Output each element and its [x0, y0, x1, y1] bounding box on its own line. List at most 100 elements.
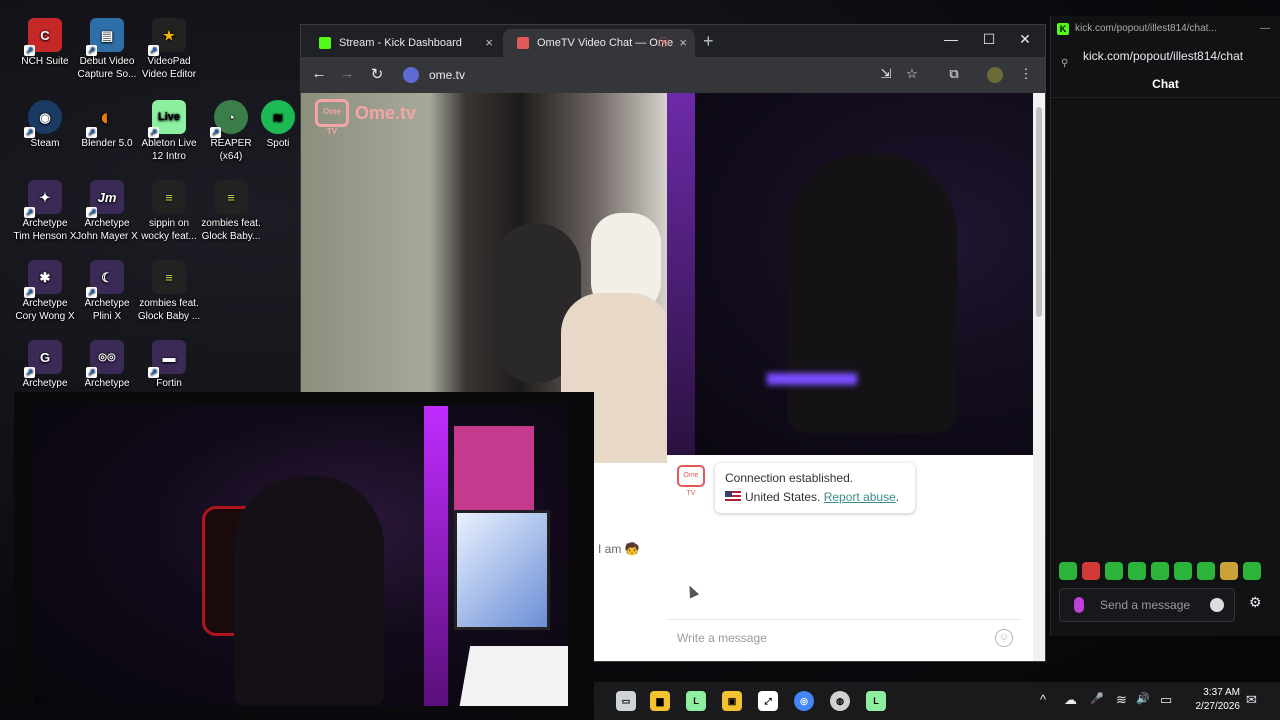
wifi-icon[interactable]: ≋: [1116, 692, 1127, 708]
emote-icon[interactable]: [1151, 562, 1169, 580]
desktop-icon-debut-video[interactable]: ▤ ↗ Debut Video Capture So...: [74, 18, 140, 81]
emote-icon[interactable]: [1059, 562, 1077, 580]
archetype-glasses-icon: ◎◎ ↗: [86, 340, 124, 378]
minimize-button[interactable]: —: [1260, 16, 1270, 42]
file-explorer-icon[interactable]: ▆: [650, 691, 670, 711]
desktop-icon-zombies-2[interactable]: ≡ zombies feat. Glock Baby ...: [136, 260, 202, 323]
emote-icon[interactable]: [1197, 562, 1215, 580]
tab-strip: Stream - Kick Dashboard × OmeTV Video Ch…: [301, 25, 1045, 57]
bookmark-star-icon[interactable]: ☆: [903, 66, 921, 82]
chat-title: Chat: [1051, 70, 1280, 98]
emote-icon[interactable]: [1220, 562, 1238, 580]
kick-chat-popout: K kick.com/popout/illest814/chat... — ⚲ …: [1050, 16, 1280, 636]
install-app-icon[interactable]: ⇲: [877, 66, 895, 82]
ometv-logo-icon: Ome TV: [315, 99, 349, 136]
system-message: Connection established. United States. R…: [715, 463, 915, 513]
taskbar-clock[interactable]: 3:37 AM 2/27/2026: [1182, 686, 1241, 714]
forward-button[interactable]: →: [337, 65, 357, 82]
recording-icon: ⦿: [658, 37, 669, 49]
tray-overflow-icon[interactable]: ^: [1040, 692, 1046, 707]
ableton-live-taskbar-icon-2[interactable]: L: [866, 691, 886, 711]
ableton-live-icon: Live ↗: [148, 100, 186, 138]
send-message-input[interactable]: Send a message: [1059, 588, 1235, 622]
emoji-icon[interactable]: ☺: [995, 629, 1013, 647]
desktop-icon-archetype-gojira[interactable]: G ↗ Archetype: [12, 340, 78, 390]
emote-icon[interactable]: [1105, 562, 1123, 580]
onedrive-icon[interactable]: ☁: [1064, 692, 1077, 708]
address-bar[interactable]: ome.tv: [399, 61, 869, 89]
emote-icon[interactable]: [1128, 562, 1146, 580]
volume-icon[interactable]: 🔊: [1136, 692, 1150, 705]
mic-icon[interactable]: [1074, 597, 1084, 613]
nch-suite-icon: C ↗: [24, 18, 62, 56]
ableton-live-taskbar-icon[interactable]: L: [686, 691, 706, 711]
archetype-tim-henson-icon: ✦ ↗: [24, 180, 62, 218]
videopad-icon: ★ ↗: [148, 18, 186, 56]
mouse-cursor-icon: [684, 583, 700, 599]
archetype-plini-icon: ☾ ↗: [86, 260, 124, 298]
audio-file-icon: ≡: [152, 260, 186, 294]
message-input[interactable]: Write a message ☺: [667, 619, 1021, 655]
site-info-icon[interactable]: [403, 67, 419, 83]
taskbar: ▭ ▆ L ▣ ⤢ ◎ ◍ L ^ ☁ 🎤 ≋ 🔊 ▭ 3:37 AM 2/27…: [594, 682, 1280, 720]
reload-button[interactable]: ↻: [367, 65, 387, 83]
desktop-icon-nch-suite[interactable]: C ↗ NCH Suite: [12, 18, 78, 68]
task-view-icon[interactable]: ▭: [616, 691, 636, 711]
desktop-icon-zombies-1[interactable]: ≡ zombies feat. Glock Baby...: [198, 180, 264, 243]
desktop-icon-fortin[interactable]: ▬ ↗ Fortin: [136, 340, 202, 390]
desktop-icon-ableton-live[interactable]: Live ↗ Ableton Live 12 Intro: [136, 100, 202, 163]
archetype-cory-wong-icon: ✱ ↗: [24, 260, 62, 298]
report-abuse-link[interactable]: Report abuse: [824, 490, 896, 504]
desktop-icon-sippin-on-wocky[interactable]: ≡ sippin on wocky feat...: [136, 180, 202, 243]
kick-url-bar[interactable]: ⚲ kick.com/popout/illest814/chat: [1051, 42, 1280, 70]
kick-logo-icon: K: [1057, 23, 1069, 35]
desktop-icon-archetype-tim-henson[interactable]: ✦ ↗ Archetype Tim Henson X: [12, 180, 78, 243]
desktop-icon-reaper[interactable]: ◔ ↗ REAPER (x64): [198, 100, 264, 163]
desktop-icon-archetype-glasses[interactable]: ◎◎ ↗ Archetype: [74, 340, 140, 390]
microphone-icon[interactable]: 🎤: [1090, 692, 1104, 705]
browser-menu-icon[interactable]: ⋮: [1017, 66, 1035, 82]
desktop-icon-archetype-cory-wong[interactable]: ✱ ↗ Archetype Cory Wong X: [12, 260, 78, 323]
ometv-avatar-icon: Ome TV: [677, 465, 705, 497]
emoji-icon[interactable]: [1210, 598, 1224, 612]
settings-gear-icon[interactable]: ⚙: [1249, 594, 1262, 611]
capcut-icon[interactable]: ⤢: [758, 691, 778, 711]
desktop-icon-archetype-john-mayer[interactable]: Jm ↗ Archetype John Mayer X: [74, 180, 140, 243]
desktop-icon-steam[interactable]: ◉ ↗ Steam: [12, 100, 78, 150]
reaper-icon: ◔ ↗: [210, 100, 248, 138]
desktop-icon-archetype-plini[interactable]: ☾ ↗ Archetype Plini X: [74, 260, 140, 323]
tab-kick-dashboard[interactable]: Stream - Kick Dashboard ×: [305, 29, 501, 57]
minimize-button[interactable]: —: [939, 31, 963, 47]
close-window-button[interactable]: ✕: [1013, 31, 1037, 48]
profile-avatar[interactable]: [987, 67, 1003, 83]
debut-video-icon: ▤ ↗: [86, 18, 124, 56]
back-button[interactable]: ←: [309, 65, 329, 82]
new-tab-button[interactable]: +: [703, 31, 714, 52]
ometv-chat-panel: Ome TV Connection established. United St…: [667, 455, 1033, 661]
partial-chat-text: I am 🧒: [598, 542, 640, 556]
emote-icon[interactable]: [1174, 562, 1192, 580]
side-panel-icon[interactable]: ⧉: [945, 66, 963, 82]
close-tab-icon[interactable]: ×: [485, 29, 493, 57]
battery-icon[interactable]: ▭: [1160, 692, 1172, 708]
close-tab-icon[interactable]: ×: [679, 29, 687, 57]
desktop-icon-videopad[interactable]: ★ ↗ VideoPad Video Editor: [136, 18, 202, 81]
audio-file-icon: ≡: [152, 180, 186, 214]
notifications-icon[interactable]: ✉: [1246, 692, 1257, 708]
self-video: [667, 93, 1033, 455]
kick-favicon-icon: [319, 37, 331, 49]
emote-icon[interactable]: [1082, 562, 1100, 580]
blender-icon: ◐ ↗: [86, 103, 115, 138]
page-scrollbar[interactable]: [1033, 93, 1045, 661]
tab-ometv[interactable]: OmeTV Video Chat — Ome ⦿ ×: [503, 29, 695, 57]
browser-toolbar: ← → ↻ ome.tv ⇲ ☆ ⧉ ⋮: [301, 57, 1045, 93]
emote-icon[interactable]: [1243, 562, 1261, 580]
maximize-button[interactable]: ☐: [977, 31, 1001, 48]
obs-icon[interactable]: ◍: [830, 691, 850, 711]
kick-window-titlebar: K kick.com/popout/illest814/chat... —: [1051, 16, 1280, 42]
desktop-icon-blender[interactable]: ◐ ↗ Blender 5.0: [74, 100, 140, 150]
desktop-icon-spotify[interactable]: ≋ Spoti: [256, 100, 300, 150]
sticky-notes-icon[interactable]: ▣: [722, 691, 742, 711]
chrome-icon[interactable]: ◎: [794, 691, 814, 711]
emote-bar: [1059, 562, 1261, 580]
